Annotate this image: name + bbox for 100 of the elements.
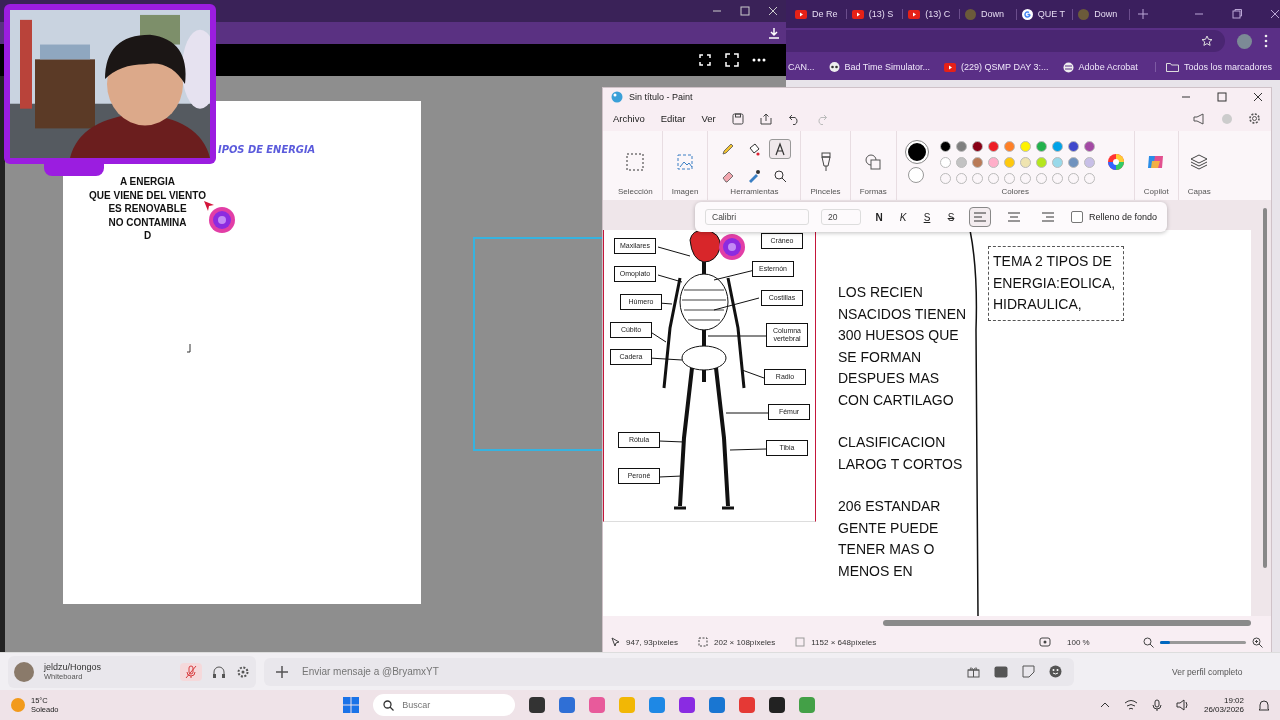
image-icon[interactable] — [676, 153, 695, 172]
brush-icon[interactable] — [818, 152, 833, 173]
headphones-icon[interactable] — [212, 664, 226, 679]
microphone-icon[interactable] — [1151, 698, 1162, 712]
restore-icon[interactable] — [1232, 9, 1243, 19]
zoom-out-icon[interactable] — [1143, 636, 1154, 648]
text-style-button[interactable]: K — [897, 211, 909, 223]
bookmark[interactable]: (229) QSMP DAY 3:... — [944, 62, 1049, 72]
caret-icon[interactable] — [1099, 702, 1110, 708]
checkbox[interactable] — [1071, 211, 1083, 224]
emoji-icon[interactable] — [1049, 665, 1062, 678]
color-swatch[interactable] — [1083, 140, 1095, 152]
color-swatch[interactable] — [939, 140, 951, 152]
text-box[interactable]: TEMA 2 TIPOS DE ENERGIA:EOLICA, HIDRAULICA, — [988, 246, 1124, 321]
sticker-icon[interactable] — [1022, 665, 1035, 678]
color-wheel-icon[interactable] — [1106, 153, 1125, 172]
selection-icon[interactable] — [626, 153, 645, 172]
message-field[interactable]: Enviar mensaje a @BryamxYT — [302, 666, 562, 677]
color-swatch[interactable] — [1003, 140, 1015, 152]
pointer-icon — [203, 200, 215, 212]
text-style-button[interactable]: S — [945, 211, 957, 223]
more-icon[interactable] — [752, 58, 766, 62]
bookmark[interactable]: Adobe Acrobat — [1062, 61, 1138, 73]
color-swatch[interactable] — [1051, 156, 1063, 168]
windows-icon[interactable] — [343, 697, 360, 713]
browser-tab[interactable]: (13) C — [905, 9, 960, 19]
browser-tab[interactable]: Down — [1075, 8, 1131, 20]
text-style-button[interactable]: S — [921, 211, 933, 223]
close-icon[interactable] — [1253, 91, 1263, 102]
megaphone-icon[interactable] — [1193, 112, 1206, 125]
text-tool-icon[interactable] — [769, 138, 792, 159]
font-dropdown[interactable]: Calibri — [705, 209, 809, 226]
app-icon[interactable] — [529, 697, 546, 713]
layers-icon[interactable] — [1190, 154, 1209, 171]
maximize-icon[interactable] — [1217, 91, 1227, 102]
group-label: Colores — [1001, 187, 1030, 197]
close-icon[interactable] — [1270, 9, 1280, 19]
color-swatch[interactable] — [939, 156, 951, 168]
text-style-button[interactable]: N — [873, 211, 885, 223]
color-swatch[interactable] — [1035, 140, 1047, 152]
color-swatch[interactable] — [955, 156, 967, 168]
color-swatch[interactable] — [1083, 156, 1095, 168]
menu-item[interactable]: Archivo — [613, 113, 645, 125]
download-icon[interactable] — [768, 27, 780, 39]
menu-item[interactable]: Ver — [701, 113, 716, 125]
app-icon[interactable] — [769, 697, 786, 713]
color-swatch[interactable] — [1051, 140, 1063, 152]
color-swatch[interactable] — [1019, 156, 1031, 168]
browser-tab[interactable]: Down — [962, 8, 1017, 20]
bookmark[interactable]: CAN... — [788, 62, 815, 72]
settings-icon[interactable] — [1248, 112, 1261, 126]
align-icon[interactable] — [969, 207, 991, 228]
gift-icon[interactable] — [967, 665, 980, 678]
share-icon[interactable] — [759, 112, 772, 125]
window-title: Sin título - Paint — [629, 91, 693, 102]
browser-tab[interactable]: QUE T — [1018, 8, 1074, 20]
vertical-scrollbar[interactable] — [1263, 208, 1267, 569]
ring-cursor-icon — [717, 232, 747, 263]
avatar[interactable] — [1237, 33, 1252, 49]
color-swatch[interactable] — [955, 140, 967, 152]
color-swatch[interactable] — [1067, 156, 1079, 168]
menu-icon[interactable] — [1264, 34, 1268, 48]
zoom-in-icon[interactable] — [1252, 636, 1263, 648]
color-swatch[interactable] — [971, 156, 983, 168]
notification-icon[interactable] — [1258, 698, 1270, 712]
bookmark[interactable]: Todos los marcadores — [1154, 62, 1280, 72]
zoom-slider[interactable] — [1160, 640, 1246, 644]
color-swatch[interactable] — [1003, 156, 1015, 168]
zoom-dropdown[interactable]: 100 % — [1067, 637, 1117, 647]
bookmark[interactable]: Bad Time Simulator... — [828, 61, 931, 73]
volume-icon[interactable] — [1175, 699, 1190, 711]
primary-color[interactable] — [905, 141, 928, 164]
avatar[interactable] — [14, 661, 34, 682]
new-tab-icon[interactable] — [1138, 9, 1149, 19]
settings-icon[interactable] — [236, 664, 250, 679]
fit-icon[interactable] — [1039, 637, 1051, 648]
color-swatch[interactable] — [1067, 140, 1079, 152]
color-swatch[interactable] — [1019, 140, 1031, 152]
plus-icon[interactable] — [276, 665, 288, 678]
secondary-color[interactable] — [907, 167, 924, 184]
search-field[interactable]: Buscar — [402, 700, 503, 710]
undo-icon[interactable] — [787, 112, 800, 125]
crop-icon[interactable] — [698, 53, 712, 67]
color-swatch[interactable] — [987, 156, 999, 168]
browser-tab[interactable]: (13) S — [848, 9, 904, 19]
network-icon[interactable] — [1123, 699, 1138, 711]
shapes-icon[interactable] — [864, 153, 883, 172]
star-icon[interactable] — [1201, 35, 1213, 47]
menu-item[interactable]: Editar — [660, 113, 686, 125]
browser-tab[interactable]: De Re — [792, 9, 847, 19]
size-dropdown[interactable]: 20 — [821, 209, 861, 226]
horizontal-scrollbar[interactable] — [883, 620, 1251, 627]
color-swatch[interactable] — [1035, 156, 1047, 168]
gif-icon[interactable] — [994, 665, 1008, 678]
profile-link[interactable]: Ver perfil completo — [1172, 666, 1243, 677]
search-bar[interactable]: Buscar — [373, 694, 516, 716]
color-swatch[interactable] — [971, 140, 983, 152]
fullscreen-icon[interactable] — [725, 53, 739, 67]
color-swatch[interactable] — [987, 140, 999, 152]
save-icon[interactable] — [731, 112, 744, 125]
